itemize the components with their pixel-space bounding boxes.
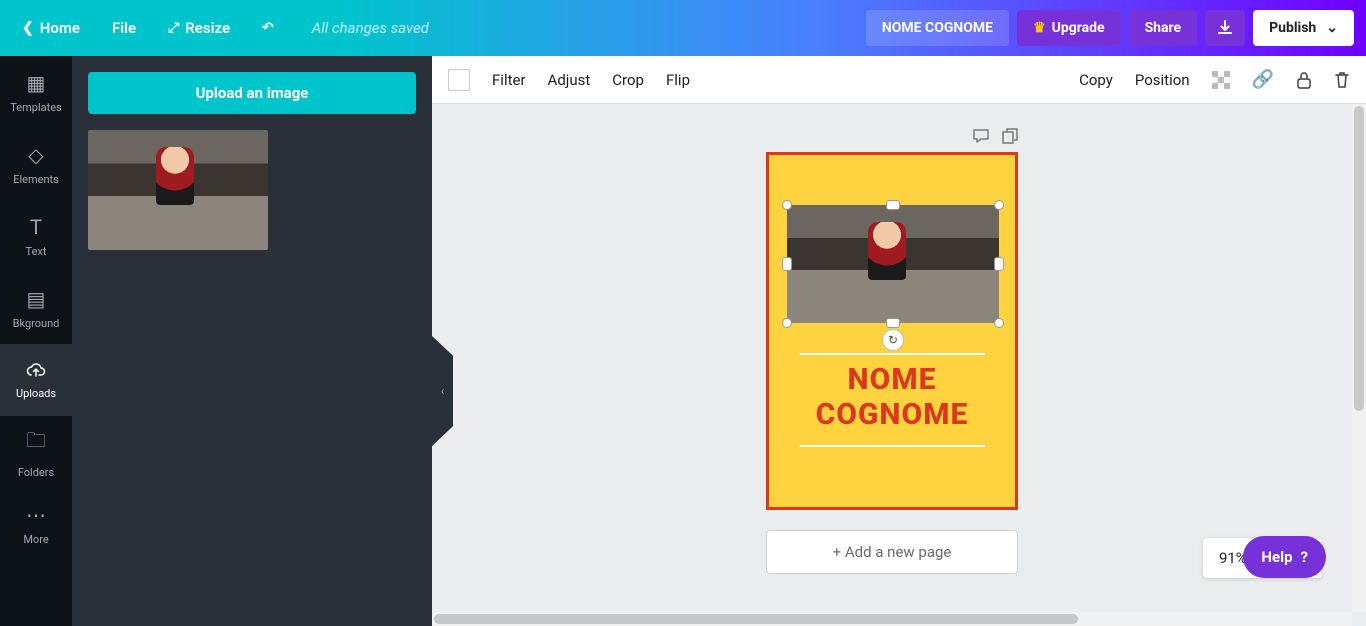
design-page[interactable]: ↻ NOME COGNOME (766, 152, 1018, 510)
background-icon: ▤ (27, 287, 46, 311)
resize-handle-tl[interactable] (782, 200, 792, 210)
canvas-wrap: ↻ NOME COGNOME + Add a new page 91% (432, 104, 1366, 626)
upgrade-button[interactable]: ♛ Upgrade (1017, 10, 1121, 46)
rail-text[interactable]: T Text (0, 200, 72, 272)
duplicate-page-icon[interactable] (1002, 128, 1018, 144)
rail-templates[interactable]: ▦ Templates (0, 56, 72, 128)
add-page-button[interactable]: + Add a new page (766, 530, 1018, 574)
rail-label: Elements (13, 173, 59, 186)
rotate-handle[interactable]: ↻ (882, 329, 904, 351)
scrollbar-thumb[interactable] (1354, 106, 1364, 411)
selection-handles: ↻ (787, 205, 999, 323)
divider-line[interactable] (799, 445, 985, 447)
help-icon: ? (1301, 548, 1308, 566)
flip-button[interactable]: Flip (666, 71, 690, 89)
rail-label: Templates (10, 101, 61, 114)
folders-icon: 🗀 (26, 426, 46, 460)
filter-button[interactable]: Filter (492, 71, 526, 89)
resize-handle-tm[interactable] (886, 200, 900, 210)
undo-icon: ↶ (262, 20, 274, 36)
templates-icon: ▦ (27, 71, 46, 95)
uploaded-thumbnail[interactable] (88, 130, 268, 250)
side-panel: Upload an image ‹ (72, 56, 432, 626)
header-left: ❮ Home File ⤢ Resize ↶ All changes saved (8, 11, 429, 45)
rail-label: Bkground (13, 317, 60, 330)
copy-button[interactable]: Copy (1079, 71, 1113, 89)
rail-bkground[interactable]: ▤ Bkground (0, 272, 72, 344)
workspace: Filter Adjust Crop Flip Copy Position 🔗 (432, 56, 1366, 626)
share-button[interactable]: Share (1129, 10, 1198, 46)
home-button[interactable]: ❮ Home (8, 11, 94, 45)
rail-label: More (23, 533, 48, 546)
elements-icon: ◇ (28, 143, 43, 167)
download-icon (1217, 20, 1233, 36)
file-menu[interactable]: File (98, 11, 150, 45)
project-name-button[interactable]: NOME COGNOME (866, 10, 1009, 46)
download-button[interactable] (1205, 10, 1245, 46)
header-right: NOME COGNOME ♛ Upgrade Share Publish ⌄ (866, 10, 1358, 46)
crop-button[interactable]: Crop (612, 71, 644, 89)
resize-handle-bm[interactable] (886, 318, 900, 328)
selected-image[interactable]: ↻ (787, 205, 999, 323)
publish-label: Publish (1269, 20, 1316, 36)
horizontal-scrollbar[interactable] (432, 612, 1352, 626)
rail-label: Text (26, 245, 47, 258)
resize-button[interactable]: ⤢ Resize (154, 11, 244, 45)
resize-handle-mr[interactable] (994, 257, 1004, 271)
divider-line[interactable] (799, 353, 985, 355)
text-icon: T (30, 215, 42, 239)
canvas-scroll[interactable]: ↻ NOME COGNOME + Add a new page (432, 104, 1352, 612)
rail-label: Uploads (16, 387, 56, 400)
chevron-left-icon: ❮ (22, 20, 34, 36)
trash-icon[interactable] (1334, 71, 1350, 89)
top-header: ❮ Home File ⤢ Resize ↶ All changes saved… (0, 0, 1366, 56)
help-button[interactable]: Help ? (1243, 536, 1326, 578)
rail-elements[interactable]: ◇ Elements (0, 128, 72, 200)
resize-handle-tr[interactable] (994, 200, 1004, 210)
save-status: All changes saved (312, 19, 429, 37)
publish-button[interactable]: Publish ⌄ (1253, 10, 1354, 46)
more-icon: ⋯ (26, 503, 46, 527)
upload-image-button[interactable]: Upload an image (88, 72, 416, 114)
home-label: Home (40, 19, 80, 37)
rail-folders[interactable]: 🗀 Folders (0, 416, 72, 488)
chevron-down-icon: ⌄ (1326, 20, 1338, 36)
design-title-text[interactable]: NOME COGNOME (769, 363, 1015, 432)
undo-button[interactable]: ↶ (248, 12, 288, 44)
scrollbar-thumb[interactable] (434, 614, 1078, 624)
link-icon[interactable]: 🔗 (1252, 69, 1274, 90)
position-button[interactable]: Position (1135, 71, 1190, 89)
uploads-icon (26, 361, 46, 381)
file-label: File (112, 19, 136, 37)
upgrade-label: Upgrade (1052, 20, 1105, 36)
title-line1: NOME (769, 363, 1015, 398)
rail-more[interactable]: ⋯ More (0, 488, 72, 560)
resize-handle-ml[interactable] (782, 257, 792, 271)
context-right: Copy Position 🔗 (1079, 69, 1350, 90)
lock-icon[interactable] (1296, 71, 1312, 89)
crown-icon: ♛ (1033, 20, 1046, 36)
title-line2: COGNOME (769, 398, 1015, 433)
page-tools (766, 128, 1018, 144)
color-swatch[interactable] (448, 69, 470, 91)
resize-handle-br[interactable] (994, 318, 1004, 328)
left-rail: ▦ Templates ◇ Elements T Text ▤ Bkground… (0, 56, 72, 626)
main-area: ▦ Templates ◇ Elements T Text ▤ Bkground… (0, 56, 1366, 626)
rail-label: Folders (18, 466, 54, 479)
help-label: Help (1261, 548, 1292, 566)
vertical-scrollbar[interactable] (1352, 104, 1366, 612)
resize-icon: ⤢ (168, 20, 179, 36)
comment-icon[interactable] (972, 128, 990, 144)
transparency-icon[interactable] (1212, 71, 1230, 89)
rail-uploads[interactable]: Uploads (0, 344, 72, 416)
resize-label: Resize (185, 19, 230, 37)
photo-thumbnail (88, 130, 268, 250)
resize-handle-bl[interactable] (782, 318, 792, 328)
adjust-button[interactable]: Adjust (548, 71, 591, 89)
context-toolbar: Filter Adjust Crop Flip Copy Position 🔗 (432, 56, 1366, 104)
